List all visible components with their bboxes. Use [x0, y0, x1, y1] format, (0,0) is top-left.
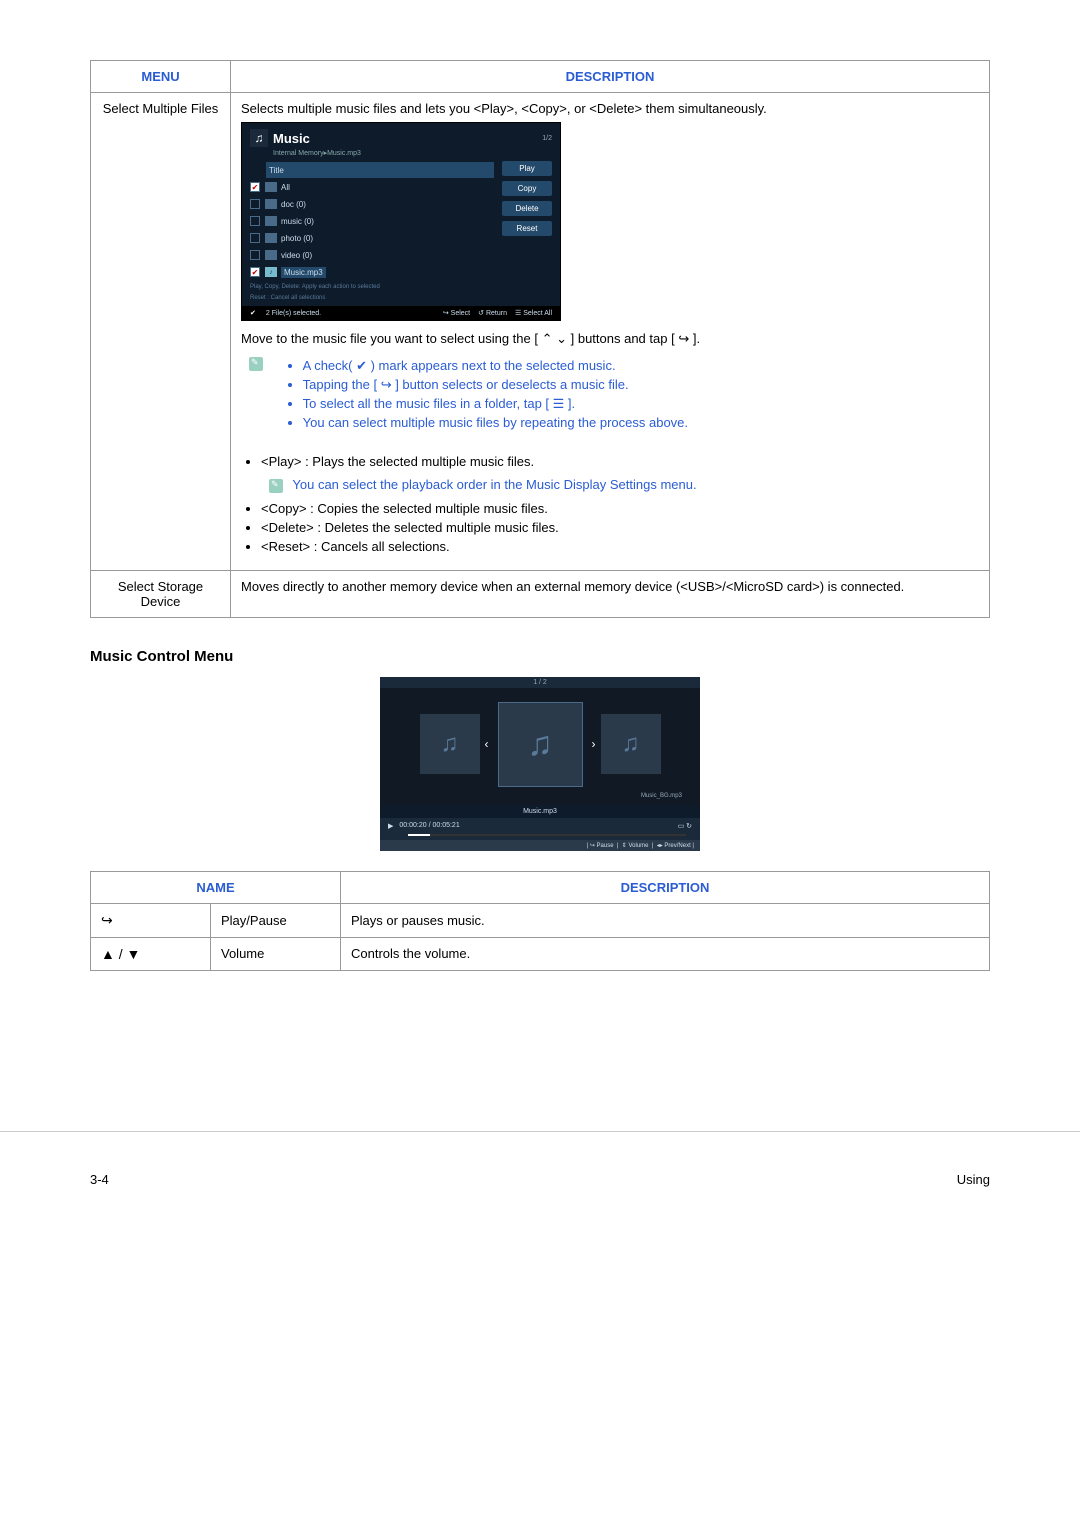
row-select-multiple-files: Select Multiple Files Selects multiple m… [91, 93, 990, 571]
menu-label: Select Multiple Files [91, 93, 231, 571]
music-control-screenshot: 1 / 2 ♫ ‹ ♫ › ♫ Music_BG.mp3 Music.mp3 ▶… [380, 677, 700, 851]
header-description: DESCRIPTION [231, 61, 990, 93]
footer-return: ↺ Return [478, 309, 507, 317]
checkbox-icon[interactable] [250, 233, 260, 243]
selected-count: 2 File(s) selected. [266, 310, 321, 317]
folder-icon [265, 182, 277, 192]
menu-description-table: MENU DESCRIPTION Select Multiple Files S… [90, 60, 990, 618]
list-item[interactable]: All [281, 183, 290, 192]
menu-desc: Moves directly to another memory device … [231, 570, 990, 617]
footer-select: ↪ Select [443, 309, 470, 317]
control-hints: | ↪ Pause | ⇕ Volume | ◂▸ Prev/Next | [380, 840, 700, 851]
enter-icon: ↪ [101, 912, 113, 928]
folder-icon [265, 233, 277, 243]
copy-button[interactable]: Copy [502, 181, 552, 196]
enter-icon: ↪ [381, 377, 392, 392]
row-select-storage-device: Select Storage Device Moves directly to … [91, 570, 990, 617]
breadcrumb-path: Internal Memory▸Music.mp3 [273, 149, 552, 157]
column-title: Title [269, 166, 284, 175]
note-item: Tapping the [ ↪ ] button selects or dese… [303, 377, 688, 393]
list-item[interactable]: photo (0) [281, 234, 313, 243]
page-number: 3-4 [90, 1172, 109, 1187]
hint-text: Reset : Cancel all selections [250, 295, 494, 302]
list-item[interactable]: video (0) [281, 251, 312, 260]
mode-icons: ▭ ↻ [678, 822, 692, 830]
music-select-screenshot: ♫ Music 1/2 Internal Memory▸Music.mp3 Ti… [241, 122, 561, 321]
updown-icon: ▲ / ▼ [101, 946, 140, 962]
time-indicator: 00:00:20 / 00:05:21 [399, 822, 459, 829]
control-table: NAME DESCRIPTION ↪ Play/Pause Plays or p… [90, 871, 990, 971]
page-indicator: 1/2 [542, 135, 552, 142]
control-desc: Controls the volume. [341, 937, 990, 970]
action-play: <Play> : Plays the selected multiple mus… [261, 454, 979, 469]
note-item: A check( ✔ ) mark appears next to the se… [303, 358, 688, 374]
checkbox-icon[interactable] [250, 250, 260, 260]
menu-desc-cell: Selects multiple music files and lets yo… [231, 93, 990, 571]
progress-bar[interactable] [408, 834, 686, 836]
header-menu: MENU [91, 61, 231, 93]
file-list: Title ✔ All doc (0) [250, 161, 494, 302]
play-icon[interactable]: ▶ [388, 822, 393, 830]
select-all-icon: ☰ [553, 396, 565, 411]
next-track-name: Music_BG.mp3 [641, 793, 682, 799]
folder-icon [265, 216, 277, 226]
reset-button[interactable]: Reset [502, 221, 552, 236]
album-prev[interactable]: ♫ [420, 714, 480, 774]
note-icon [249, 357, 263, 371]
control-desc: Plays or pauses music. [341, 903, 990, 937]
footer-select-all: ☰ Select All [515, 309, 552, 317]
chevron-left-icon[interactable]: ‹ [480, 737, 494, 751]
checkbox-icon[interactable] [250, 216, 260, 226]
play-note: You can select the playback order in the… [292, 477, 696, 492]
chevron-right-icon[interactable]: › [587, 737, 601, 751]
folder-icon [265, 250, 277, 260]
action-reset: <Reset> : Cancels all selections. [261, 539, 979, 554]
enter-icon: ↪ [678, 331, 689, 346]
list-item[interactable]: doc (0) [281, 200, 306, 209]
album-next[interactable]: ♫ [601, 714, 661, 774]
action-copy: <Copy> : Copies the selected multiple mu… [261, 501, 979, 516]
menu-label: Select Storage Device [91, 570, 231, 617]
control-name: Play/Pause [211, 903, 341, 937]
checkbox-icon[interactable] [250, 199, 260, 209]
header-description: DESCRIPTION [341, 871, 990, 903]
list-item[interactable]: Music.mp3 [281, 267, 326, 278]
note-icon [269, 479, 283, 493]
table-row: ▲ / ▼ Volume Controls the volume. [91, 937, 990, 970]
music-app-icon: ♫ [250, 129, 268, 147]
note-item: To select all the music files in a folde… [303, 396, 688, 412]
section-title: Music Control Menu [90, 648, 990, 665]
page-indicator: 1 / 2 [380, 677, 700, 688]
hint-text: Play, Copy, Delete: Apply each action to… [250, 284, 494, 291]
folder-icon [265, 199, 277, 209]
list-item[interactable]: music (0) [281, 217, 314, 226]
album-current[interactable]: ♫ [498, 702, 583, 787]
intro-text: Selects multiple music files and lets yo… [241, 101, 979, 116]
check-icon: ✔ [250, 309, 256, 317]
instruction-line: Move to the music file you want to selec… [241, 331, 979, 347]
header-name: NAME [91, 871, 341, 903]
checkbox-icon[interactable]: ✔ [250, 182, 260, 192]
screenshot-title: Music [273, 131, 310, 146]
current-track-name: Music.mp3 [380, 805, 700, 818]
note-item: You can select multiple music files by r… [303, 415, 688, 430]
check-icon: ✔ [356, 358, 367, 373]
checkbox-icon[interactable]: ✔ [250, 267, 260, 277]
section-name: Using [957, 1172, 990, 1187]
control-name: Volume [211, 937, 341, 970]
action-delete: <Delete> : Deletes the selected multiple… [261, 520, 979, 535]
music-file-icon: ♪ [265, 267, 277, 277]
updown-icon: ⌃ ⌄ [542, 331, 567, 346]
play-button[interactable]: Play [502, 161, 552, 176]
delete-button[interactable]: Delete [502, 201, 552, 216]
table-row: ↪ Play/Pause Plays or pauses music. [91, 903, 990, 937]
